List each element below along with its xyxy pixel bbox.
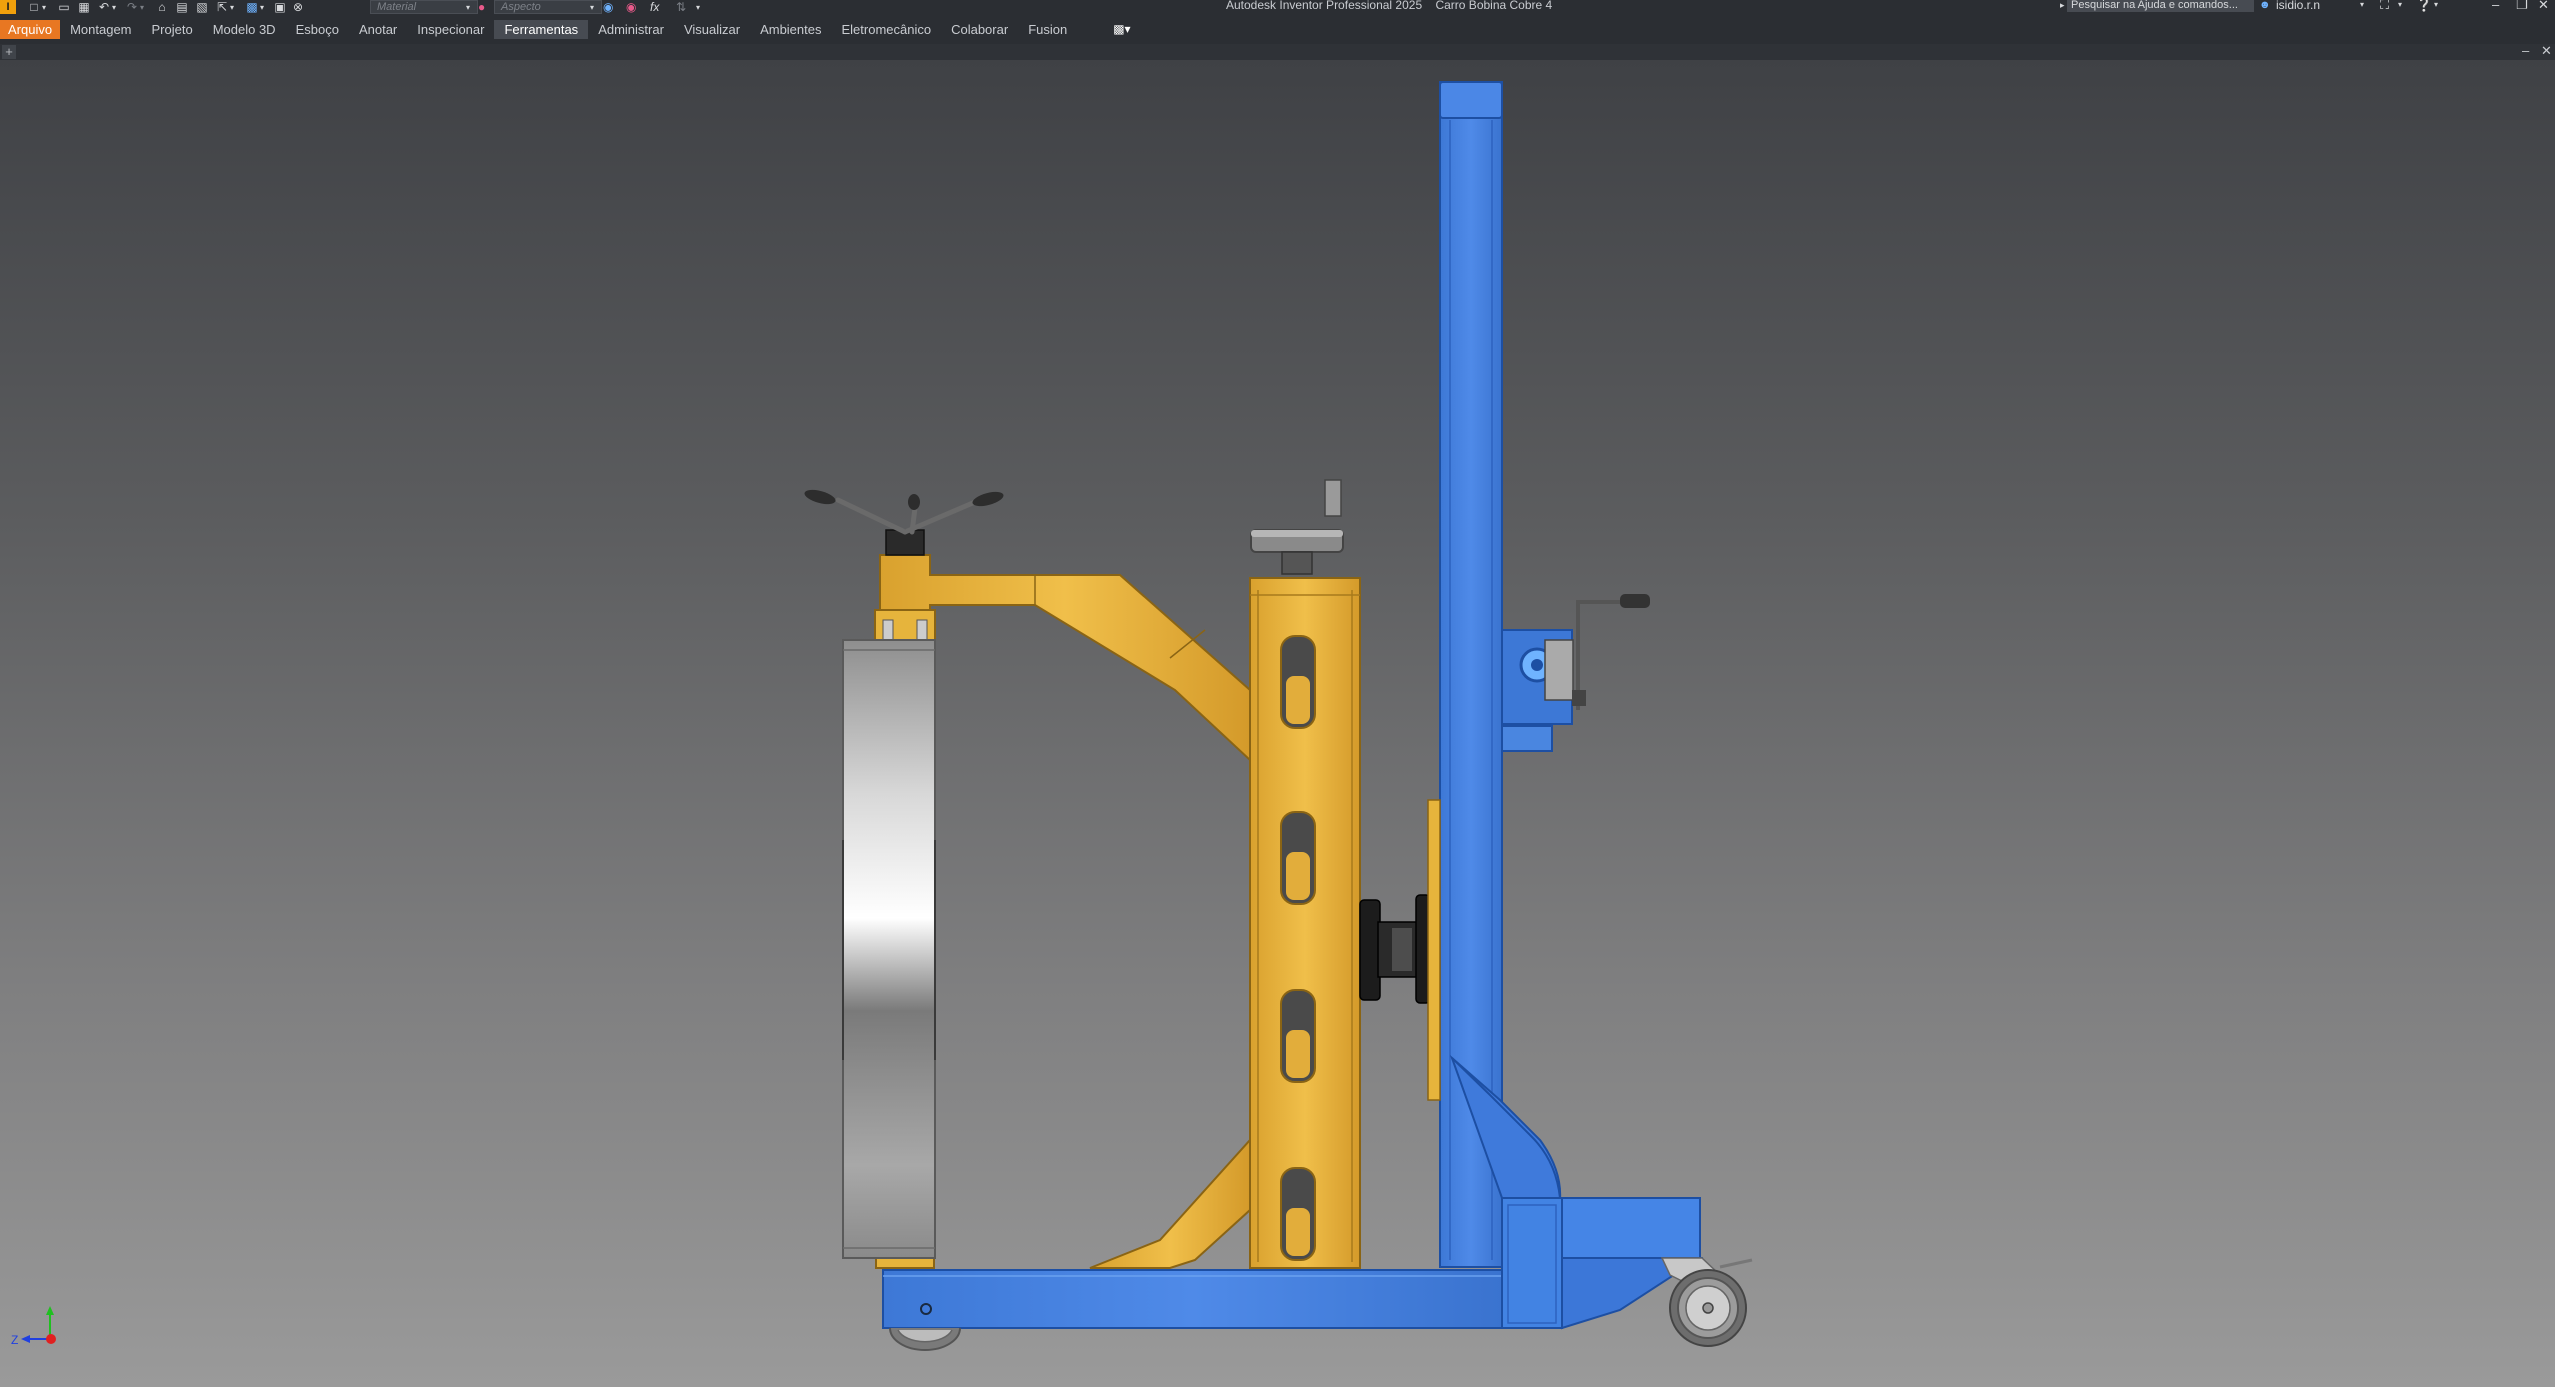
fx-icon[interactable]: fx	[650, 0, 659, 14]
save-icon[interactable]: ▦	[76, 0, 92, 14]
update-dropdown-icon[interactable]: ▾	[260, 3, 268, 12]
tab-projeto[interactable]: Projeto	[142, 20, 203, 39]
view-triad[interactable]: Z	[11, 1306, 56, 1347]
yellow-carriage-frame[interactable]	[1249, 577, 1361, 1269]
material-dropdown[interactable]: Material	[370, 0, 478, 14]
minimize-document-icon[interactable]: –	[2522, 44, 2529, 60]
undo-icon[interactable]: ↶	[96, 0, 112, 14]
cart-icon[interactable]: ⛶	[2380, 0, 2389, 14]
window-title: Autodesk Inventor Professional 2025 Carr…	[1226, 0, 1552, 14]
select-dropdown-icon[interactable]: ▾	[230, 3, 238, 12]
coil[interactable]	[842, 639, 936, 1259]
select-icon[interactable]: ⇱	[214, 0, 230, 14]
app-logo-icon[interactable]: I	[0, 0, 16, 14]
quick-access-toolbar: □ ▾ ▭ ▦ ↶ ▾ ↷ ▾ ⌂ ▤ ▧ ⇱ ▾ ▩ ▾ ▣ ⊗	[26, 0, 306, 14]
user-name[interactable]: isidio.r.n	[2276, 0, 2320, 14]
tab-visualizar[interactable]: Visualizar	[674, 20, 750, 39]
appearance-icon[interactable]: ●	[478, 0, 485, 14]
appearance-dropdown-arrow-icon[interactable]: ▾	[590, 0, 594, 14]
title-bar: I □ ▾ ▭ ▦ ↶ ▾ ↷ ▾ ⌂ ▤ ▧ ⇱ ▾ ▩ ▾ ▣ ⊗ Mate…	[0, 0, 2555, 14]
clear-appearance-icon[interactable]: ◉	[626, 0, 636, 14]
redo-icon[interactable]: ↷	[124, 0, 140, 14]
restore-window-icon[interactable]: ❐	[2516, 0, 2528, 14]
open-icon[interactable]: ▭	[56, 0, 72, 14]
tab-eletromecanico[interactable]: Eletromecânico	[831, 20, 941, 39]
document-tab-bar: + – ✕	[0, 44, 2555, 60]
star-knob-handle[interactable]	[803, 487, 1005, 556]
tab-ambientes[interactable]: Ambientes	[750, 20, 831, 39]
tab-arquivo[interactable]: Arquivo	[0, 19, 61, 39]
help-search-input[interactable]: Pesquisar na Ajuda e comandos...	[2067, 0, 2254, 12]
new-document-tab-button[interactable]: +	[2, 45, 16, 59]
assembly-model[interactable]: Z	[0, 60, 2555, 1387]
update-icon[interactable]: ▩	[244, 0, 260, 14]
carriage-handwheel[interactable]	[1250, 479, 1344, 575]
tab-ferramentas[interactable]: Ferramentas	[494, 19, 589, 39]
measure-icon[interactable]: ▧	[194, 0, 210, 14]
triad-z-label: Z	[11, 1333, 18, 1347]
tab-modelo-3d[interactable]: Modelo 3D	[203, 20, 286, 39]
tab-inspecionar[interactable]: Inspecionar	[407, 20, 494, 39]
tab-montagem[interactable]: Montagem	[60, 20, 141, 39]
material-dropdown-label: Material	[377, 1, 417, 13]
close-document-icon[interactable]: ✕	[2541, 44, 2552, 60]
tab-administrar[interactable]: Administrar	[588, 20, 674, 39]
pivot-hub[interactable]	[1359, 799, 1441, 1101]
document-title: Carro Bobina Cobre 4	[1435, 0, 1553, 12]
tab-fusion[interactable]: Fusion	[1018, 20, 1077, 39]
customize-dropdown-icon[interactable]: ▾	[696, 0, 700, 14]
user-icon[interactable]: ☻	[2259, 0, 2271, 14]
cart-dropdown-icon[interactable]: ▾	[2398, 0, 2402, 14]
help-icon[interactable]: ❔	[2416, 0, 2432, 14]
new-icon[interactable]: □	[26, 0, 42, 14]
undo-dropdown-icon[interactable]: ▾	[112, 3, 120, 12]
tab-anotar[interactable]: Anotar	[349, 20, 407, 39]
help-dropdown-icon[interactable]: ▾	[2434, 0, 2438, 14]
right-caster-wheel[interactable]	[1660, 1257, 1753, 1347]
left-caster-wheel[interactable]	[889, 1327, 961, 1351]
user-dropdown-icon[interactable]: ▾	[2360, 0, 2364, 14]
home-icon[interactable]: ⌂	[154, 0, 170, 14]
tab-colaborar[interactable]: Colaborar	[941, 20, 1018, 39]
winch-gearbox[interactable]	[1501, 594, 1650, 752]
adjust-icon[interactable]: ◉	[603, 0, 613, 14]
customize-icon[interactable]: ⇅	[676, 0, 686, 14]
material-dropdown-arrow-icon[interactable]: ▾	[466, 0, 470, 14]
print-icon[interactable]: ▤	[174, 0, 190, 14]
close-doc-icon[interactable]: ⊗	[290, 0, 306, 14]
tab-esboco[interactable]: Esboço	[286, 20, 349, 39]
zoom-icon[interactable]: ▣	[272, 0, 288, 14]
appearance-dropdown-label: Aspecto	[501, 1, 541, 13]
close-window-icon[interactable]: ✕	[2538, 0, 2549, 14]
app-title: Autodesk Inventor Professional 2025	[1226, 0, 1423, 12]
ribbon-tab-bar: Arquivo Montagem Projeto Modelo 3D Esboç…	[0, 14, 2555, 44]
search-expand-icon[interactable]: ▸	[2060, 0, 2065, 14]
ribbon-display-options-icon[interactable]: ▩▾	[1105, 22, 1138, 36]
appearance-dropdown[interactable]: Aspecto	[494, 0, 602, 14]
help-search-placeholder: Pesquisar na Ajuda e comandos...	[2071, 0, 2238, 11]
redo-dropdown-icon[interactable]: ▾	[140, 3, 148, 12]
minimize-window-icon[interactable]: –	[2492, 0, 2499, 14]
graphics-viewport[interactable]: Z	[0, 60, 2555, 1387]
new-dropdown-icon[interactable]: ▾	[42, 3, 50, 12]
